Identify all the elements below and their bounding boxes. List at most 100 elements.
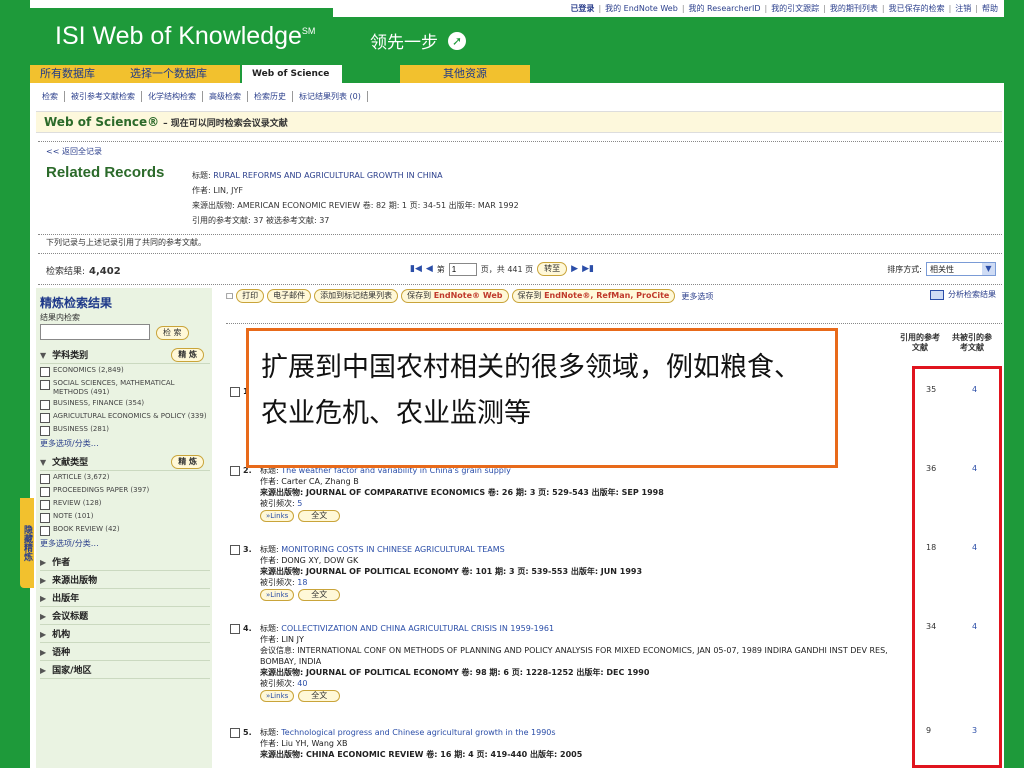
section-author[interactable]: ▶ 作者: [40, 553, 210, 571]
next-page-icon[interactable]: ▶: [571, 264, 578, 274]
column-cited-refs: 引用的参考文献: [900, 333, 940, 352]
save-endnote-button[interactable]: 保存到 EndNote®, RefMan, ProCite: [511, 289, 676, 303]
search-within-input[interactable]: [40, 324, 150, 340]
section-doctype[interactable]: ▼ 文献类型精 炼: [40, 453, 210, 471]
checkbox[interactable]: [40, 474, 50, 484]
refine-list: ▼ 学科类别精 炼 ECONOMICS (2,849) SOCIAL SCIENC…: [40, 346, 210, 679]
checkbox[interactable]: [230, 624, 240, 634]
record-title-link[interactable]: Technological progress and Chinese agric…: [281, 728, 555, 737]
section-conference[interactable]: ▶ 会议标题: [40, 607, 210, 625]
column-shared-refs: 共被引的参考文献: [952, 333, 992, 352]
triangle-right-icon: ▶: [40, 648, 47, 657]
list-item[interactable]: ECONOMICS (2,849): [40, 366, 210, 377]
checkbox[interactable]: [230, 466, 240, 476]
subnav-marked-list[interactable]: 标记结果列表 (0): [293, 90, 368, 102]
record-title-link[interactable]: COLLECTIVIZATION AND CHINA AGRICULTURAL …: [281, 624, 554, 633]
fulltext-button[interactable]: 全文: [298, 510, 341, 522]
analyze-icon: [930, 289, 944, 300]
checkbox[interactable]: [230, 545, 240, 555]
prev-page-icon[interactable]: ◀: [426, 264, 433, 274]
hide-refine-tab[interactable]: 隐藏精炼: [20, 498, 34, 588]
section-country[interactable]: ▶ 国家/地区: [40, 661, 210, 679]
print-button[interactable]: 打印: [236, 289, 265, 303]
analyze-results-link[interactable]: 分析检索结果: [930, 289, 996, 300]
source-title-link[interactable]: RURAL REFORMS AND AGRICULTURAL GROWTH IN…: [213, 171, 442, 180]
record-title-link[interactable]: MONITORING COSTS IN CHINESE AGRICULTURAL…: [281, 545, 505, 554]
times-cited-link[interactable]: 5: [297, 499, 302, 508]
first-page-icon[interactable]: ▮◀: [410, 264, 422, 274]
subnav-advanced-search[interactable]: 高级检索: [203, 90, 248, 102]
list-item[interactable]: REVIEW (128): [40, 499, 210, 510]
list-item[interactable]: SOCIAL SCIENCES, MATHEMATICAL METHODS (4…: [40, 379, 210, 397]
tab-web-of-science[interactable]: Web of Science: [242, 65, 342, 83]
list-item[interactable]: PROCEEDINGS PAPER (397): [40, 486, 210, 497]
links-button[interactable]: »Links: [260, 510, 295, 522]
tab-select-database[interactable]: 选择一个数据库: [120, 65, 240, 83]
link-saved-searches[interactable]: 我已保存的检索: [889, 3, 945, 14]
checkbox[interactable]: [40, 367, 50, 377]
section-subject[interactable]: ▼ 学科类别精 炼: [40, 346, 210, 364]
triangle-right-icon: ▶: [40, 612, 47, 621]
email-button[interactable]: 电子邮件: [267, 289, 312, 303]
list-item[interactable]: BOOK REVIEW (42): [40, 525, 210, 536]
add-marked-button[interactable]: 添加到标记结果列表: [314, 289, 399, 303]
checkbox[interactable]: [40, 513, 50, 523]
page-subtitle: – 现在可以同时检索会议录文献: [163, 118, 288, 129]
checkbox[interactable]: [40, 380, 50, 390]
links-button[interactable]: »Links: [260, 589, 295, 601]
link-journal-list[interactable]: 我的期刊列表: [830, 3, 878, 14]
sort-select[interactable]: 相关性 ▼: [926, 262, 996, 276]
section-source[interactable]: ▶ 来源出版物: [40, 571, 210, 589]
fulltext-button[interactable]: 全文: [298, 589, 341, 601]
links-button[interactable]: »Links: [260, 690, 295, 702]
checkbox[interactable]: [40, 400, 50, 410]
list-item[interactable]: ARTICLE (3,672): [40, 473, 210, 484]
link-help[interactable]: 帮助: [982, 3, 998, 14]
triangle-right-icon: ▶: [40, 666, 47, 675]
subnav-search[interactable]: 检索: [36, 90, 65, 102]
subnav-cited-ref-search[interactable]: 被引参考文献检索: [65, 90, 142, 102]
link-citation-alerts[interactable]: 我的引文跟踪: [771, 3, 819, 14]
link-endnote-web[interactable]: 我的 EndNote Web: [605, 3, 678, 14]
more-options-link[interactable]: 更多选项: [681, 291, 713, 302]
link-logout[interactable]: 注销: [955, 3, 971, 14]
section-language[interactable]: ▶ 语种: [40, 643, 210, 661]
list-item[interactable]: NOTE (101): [40, 512, 210, 523]
list-item[interactable]: AGRICULTURAL ECONOMICS & POLICY (339): [40, 412, 210, 423]
checkbox[interactable]: [40, 500, 50, 510]
checkbox[interactable]: [40, 526, 50, 536]
subnav-structure-search[interactable]: 化学结构检索: [142, 90, 203, 102]
fulltext-button[interactable]: 全文: [298, 690, 341, 702]
database-tabs: 所有数据库 选择一个数据库 Web of Science 其他资源: [30, 65, 1004, 83]
refine-button[interactable]: 精 炼: [171, 347, 204, 362]
search-within-button[interactable]: 检 索: [156, 326, 189, 340]
table-row: 2. 标题: The weather factor and variabilit…: [230, 465, 900, 522]
section-institution[interactable]: ▶ 机构: [40, 625, 210, 643]
link-researcherid[interactable]: 我的 ResearcherID: [689, 3, 761, 14]
go-to-page-button[interactable]: 转至: [537, 262, 568, 276]
checkbox[interactable]: [40, 426, 50, 436]
checkbox[interactable]: [230, 387, 240, 397]
search-within-label: 结果内检索: [40, 313, 80, 322]
last-page-icon[interactable]: ▶▮: [582, 264, 594, 274]
refine-button[interactable]: 精 炼: [171, 454, 204, 469]
times-cited-link[interactable]: 18: [297, 578, 307, 587]
checkbox[interactable]: [230, 728, 240, 738]
list-item[interactable]: BUSINESS (281): [40, 425, 210, 436]
more-options-link[interactable]: 更多选项/分类…: [40, 438, 210, 449]
back-to-record-link[interactable]: << 返回全记录: [46, 146, 102, 157]
triangle-down-icon: ▼: [40, 351, 47, 360]
tab-all-databases[interactable]: 所有数据库: [30, 65, 120, 83]
checkbox[interactable]: [40, 413, 50, 423]
save-endnote-web-button[interactable]: 保存到 EndNote® Web: [401, 289, 509, 303]
tab-other-resources[interactable]: 其他资源: [400, 65, 530, 83]
more-options-link[interactable]: 更多选项/分类…: [40, 538, 210, 549]
checkbox[interactable]: [40, 487, 50, 497]
list-item[interactable]: BUSINESS, FINANCE (354): [40, 399, 210, 410]
times-cited-link[interactable]: 40: [297, 679, 307, 688]
subnav-search-history[interactable]: 检索历史: [248, 90, 293, 102]
select-all-icon[interactable]: ☐: [226, 292, 233, 301]
page-number-input[interactable]: [448, 262, 477, 276]
page-title-bar: Web of Science® – 现在可以同时检索会议录文献: [36, 111, 1002, 133]
section-year[interactable]: ▶ 出版年: [40, 589, 210, 607]
